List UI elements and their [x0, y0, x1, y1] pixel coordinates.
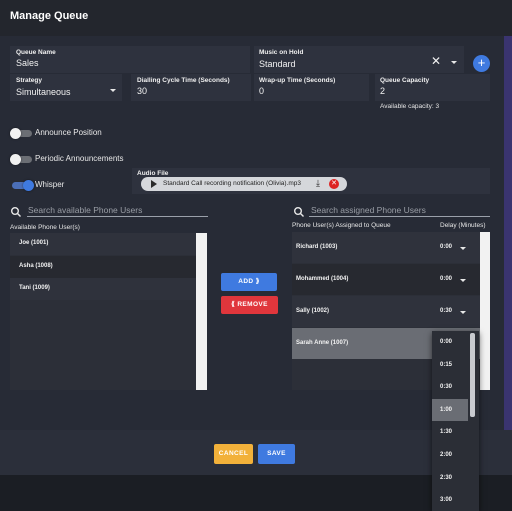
delay-option[interactable]: 2:30 — [432, 467, 468, 490]
dialling-cycle-label: Dialling Cycle Time (Seconds) — [137, 77, 230, 84]
search-available-underline — [27, 216, 208, 217]
assigned-user-name: Sarah Anne (1007) — [296, 340, 349, 346]
delay-caret-icon[interactable] — [460, 247, 466, 250]
audio-file-name: Standard Call recording notification (Ol… — [163, 180, 302, 187]
toggle-knob — [10, 154, 21, 165]
delay-option[interactable]: 2:00 — [432, 444, 468, 467]
list-item[interactable]: Joe (1001) — [10, 233, 196, 255]
whisper-toggle[interactable] — [10, 180, 34, 192]
delay-option[interactable]: 0:15 — [432, 354, 468, 377]
dialling-cycle-value: 30 — [137, 86, 148, 96]
assigned-header: Phone User(s) Assigned to Queue — [292, 222, 391, 229]
search-available-input[interactable]: Search available Phone Users — [28, 205, 142, 215]
delay-caret-icon[interactable] — [460, 311, 466, 314]
delay-value[interactable]: 0:30 — [440, 308, 452, 314]
toggle-knob — [10, 128, 21, 139]
music-on-hold-value: Standard — [259, 59, 296, 69]
delay-option[interactable]: 0:00 — [432, 331, 468, 354]
clear-icon[interactable]: ✕ — [431, 55, 441, 67]
delay-option[interactable]: 1:30 — [432, 421, 468, 444]
add-button[interactable]: ADD ⟫ — [221, 273, 277, 291]
queue-name-label: Queue Name — [16, 49, 56, 56]
available-user-name: Asha (1008) — [19, 263, 53, 269]
list-item[interactable]: Asha (1008) — [10, 256, 196, 278]
delay-option[interactable]: 0:30 — [432, 376, 468, 399]
strategy-label: Strategy — [16, 77, 43, 84]
queue-capacity-value: 2 — [380, 86, 386, 96]
announce-position-toggle[interactable] — [10, 128, 34, 140]
whisper-label: Whisper — [35, 180, 65, 189]
assigned-user-name: Sally (1002) — [296, 308, 330, 314]
save-button[interactable]: SAVE — [258, 444, 295, 464]
list-item[interactable]: Tani (1009) — [10, 278, 196, 300]
dialog-title: Manage Queue — [10, 10, 89, 22]
queue-capacity-label: Queue Capacity — [380, 77, 430, 84]
delay-header: Delay (Minutes) — [440, 222, 486, 229]
audio-file-label: Audio File — [137, 170, 169, 177]
background-edge — [504, 36, 512, 430]
search-assigned-underline — [309, 216, 490, 217]
available-user-name: Joe (1001) — [19, 240, 49, 246]
announce-position-label: Announce Position — [35, 128, 102, 137]
strategy-caret-icon[interactable] — [110, 89, 116, 92]
wrap-up-value: 0 — [259, 86, 265, 96]
assigned-user-name: Richard (1003) — [296, 244, 338, 250]
strategy-value: Simultaneous — [16, 87, 71, 97]
table-row: Sally (1002) 0:30 — [292, 296, 480, 327]
queue-name-value: Sales — [16, 58, 39, 68]
assigned-scrollbar[interactable] — [480, 232, 490, 390]
music-on-hold-label: Music on Hold — [259, 49, 304, 56]
search-icon — [10, 205, 22, 217]
available-header: Available Phone User(s) — [10, 224, 80, 231]
download-icon[interactable]: ⤓ — [316, 178, 320, 188]
music-dropdown-caret-icon[interactable] — [451, 61, 457, 64]
available-user-name: Tani (1009) — [19, 285, 50, 291]
wrap-up-label: Wrap-up Time (Seconds) — [259, 77, 336, 84]
search-assigned-input[interactable]: Search assigned Phone Users — [311, 205, 426, 215]
delay-option-selected[interactable]: 1:00 — [432, 398, 468, 422]
remove-audio-icon[interactable]: ✕ — [329, 179, 339, 189]
delay-option[interactable]: 3:00 — [432, 489, 468, 511]
delay-caret-icon[interactable] — [460, 279, 466, 282]
delay-value[interactable]: 0:00 — [440, 244, 452, 250]
available-capacity-text: Available capacity: 3 — [380, 103, 440, 110]
table-row: Richard (1003) 0:00 — [292, 232, 480, 263]
remove-button[interactable]: ⟪ REMOVE — [221, 296, 278, 314]
search-icon — [293, 205, 305, 217]
assigned-user-name: Mohammed (1004) — [296, 276, 349, 282]
dropdown-scrollbar[interactable] — [470, 333, 475, 417]
available-scrollbar[interactable] — [196, 233, 207, 390]
periodic-announcements-toggle[interactable] — [10, 154, 34, 166]
play-icon[interactable] — [151, 180, 157, 188]
delay-dropdown-menu: 0:00 0:15 0:30 1:00 1:30 2:00 2:30 3:00 — [432, 331, 479, 511]
table-row: Mohammed (1004) 0:00 — [292, 264, 480, 295]
delay-value[interactable]: 0:00 — [440, 276, 452, 282]
toggle-knob — [23, 180, 34, 191]
add-music-icon[interactable]: + — [473, 55, 490, 72]
periodic-announcements-label: Periodic Announcements — [35, 154, 124, 163]
cancel-button[interactable]: CANCEL — [214, 444, 253, 464]
